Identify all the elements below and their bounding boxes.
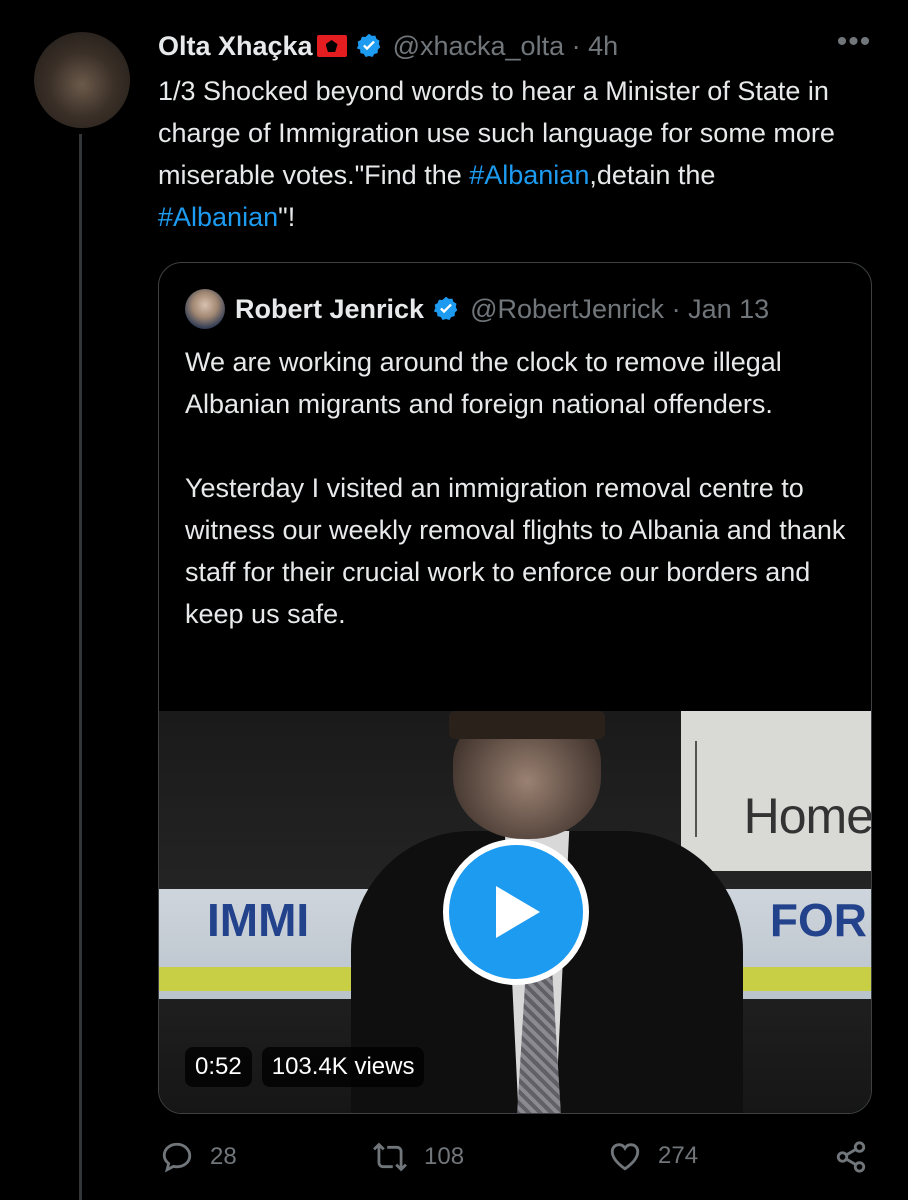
like-count: 274 [658, 1142, 699, 1169]
quoted-tweet[interactable]: Robert Jenrick @RobertJenrick · Jan 13 W… [158, 262, 872, 1114]
retweet-button[interactable]: 108 [372, 1140, 464, 1174]
play-button[interactable] [443, 839, 589, 985]
flag-icon [316, 35, 347, 57]
video-views: 103.4K views [261, 1047, 425, 1087]
tweet-text: 1/3 Shocked beyond words to hear a Minis… [158, 76, 835, 232]
reply-icon [162, 1142, 192, 1173]
tweet-time[interactable]: 4h [588, 31, 618, 61]
hashtag-link[interactable]: #Albanian [158, 202, 278, 232]
hashtag-link[interactable]: #Albanian [469, 160, 589, 190]
action-bar: 28 108 274 [158, 1140, 872, 1184]
author-name[interactable]: Olta Xhaçka [158, 31, 313, 62]
quoted-author-handle[interactable]: @RobertJenrick · Jan 13 [470, 294, 769, 325]
video-duration: 0:52 [185, 1047, 252, 1087]
more-icon[interactable]: ••• [832, 27, 876, 60]
verified-icon [355, 32, 383, 60]
video-person-hair [449, 711, 605, 739]
video-sign-text: Home [743, 788, 872, 844]
retweet-count: 108 [424, 1143, 465, 1170]
quoted-avatar[interactable] [185, 289, 225, 329]
like-button[interactable]: 274 [608, 1140, 698, 1172]
reply-count: 28 [210, 1143, 237, 1170]
video-meta: 0:52 103.4K views [185, 1047, 425, 1087]
play-icon [496, 886, 540, 938]
video-player[interactable]: IMMI FOR Home 0:52 103.4K views [159, 711, 872, 1113]
author-handle[interactable]: @xhacka_olta · 4h [393, 31, 619, 62]
quoted-author-name[interactable]: Robert Jenrick [235, 294, 424, 325]
video-scene-text: IMMI [207, 894, 310, 946]
author-avatar[interactable] [34, 32, 130, 128]
like-icon [610, 1143, 640, 1171]
tweet-header: Olta Xhaçka @xhacka_olta · 4h [158, 26, 618, 66]
reply-button[interactable]: 28 [160, 1140, 237, 1174]
share-icon [836, 1141, 866, 1173]
retweet-icon [373, 1142, 407, 1172]
quoted-header: Robert Jenrick @RobertJenrick · Jan 13 [185, 289, 769, 329]
verified-icon [432, 295, 460, 323]
thread-line [79, 134, 82, 1200]
video-scene-text: FOR [769, 894, 867, 946]
quoted-date[interactable]: Jan 13 [688, 294, 769, 324]
share-button[interactable] [834, 1140, 868, 1174]
quoted-text: We are working around the clock to remov… [185, 347, 846, 629]
